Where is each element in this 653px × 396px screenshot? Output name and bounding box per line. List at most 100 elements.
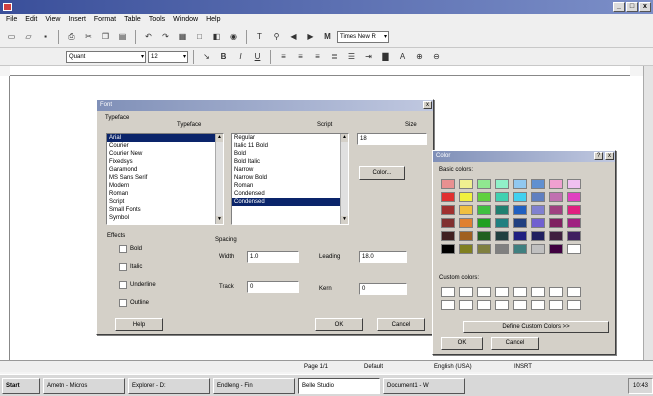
start-button[interactable]: Start xyxy=(2,377,40,394)
menu-file[interactable]: File xyxy=(6,14,17,26)
menu-help[interactable]: Help xyxy=(206,14,220,26)
cancel-button[interactable]: Cancel xyxy=(377,318,425,331)
color-swatch[interactable] xyxy=(513,205,527,215)
color-swatch[interactable] xyxy=(567,192,581,202)
outline-checkbox[interactable]: Outline xyxy=(119,299,149,307)
typeface-item[interactable]: Roman xyxy=(107,190,223,198)
vertical-ruler[interactable] xyxy=(0,76,10,360)
bold-checkbox[interactable]: Bold xyxy=(119,245,142,253)
checkbox-box[interactable] xyxy=(119,281,127,289)
leading-field[interactable]: 18.0 xyxy=(359,251,407,263)
color-swatch[interactable] xyxy=(495,218,509,228)
color-swatch[interactable] xyxy=(567,231,581,241)
typeface-list-scrollbar[interactable] xyxy=(215,134,223,224)
color-swatch[interactable] xyxy=(459,192,473,202)
checkbox-box[interactable] xyxy=(119,263,127,271)
color-swatch[interactable] xyxy=(477,192,491,202)
style-list[interactable]: Regular Italic 11 Bold Bold Bold Italic … xyxy=(231,133,349,225)
custom-color-swatch[interactable] xyxy=(495,287,509,297)
color-swatch[interactable] xyxy=(441,205,455,215)
color-swatch[interactable] xyxy=(531,218,545,228)
frame-icon[interactable]: □ xyxy=(192,30,207,44)
paste-icon[interactable]: ▤ xyxy=(115,30,130,44)
image-icon[interactable]: ◧ xyxy=(209,30,224,44)
color-swatch[interactable] xyxy=(495,205,509,215)
color-swatch[interactable] xyxy=(567,218,581,228)
next-icon[interactable]: ▶ xyxy=(303,30,318,44)
bold-icon[interactable]: B xyxy=(216,50,231,64)
menu-tools[interactable]: Tools xyxy=(149,14,165,26)
align-right-icon[interactable]: ≡ xyxy=(310,50,325,64)
custom-color-swatch[interactable] xyxy=(459,300,473,310)
custom-color-swatch[interactable] xyxy=(513,287,527,297)
color-swatch[interactable] xyxy=(549,218,563,228)
color-swatch[interactable] xyxy=(459,244,473,254)
align-left-icon[interactable]: ≡ xyxy=(276,50,291,64)
taskbar-item[interactable]: Endleng - Fin xyxy=(213,377,295,394)
custom-color-swatch[interactable] xyxy=(549,300,563,310)
italic-checkbox[interactable]: Italic xyxy=(119,263,142,271)
zoom-in-icon[interactable]: ⊕ xyxy=(412,50,427,64)
typeface-item[interactable]: Courier New xyxy=(107,150,223,158)
style-item[interactable]: Condensed xyxy=(232,190,348,198)
color-swatch[interactable] xyxy=(441,244,455,254)
color-swatch[interactable] xyxy=(477,179,491,189)
menu-insert[interactable]: Insert xyxy=(68,14,86,26)
typeface-item[interactable]: Symbol xyxy=(107,214,223,222)
prev-icon[interactable]: ◀ xyxy=(286,30,301,44)
menu-view[interactable]: View xyxy=(45,14,60,26)
checkbox-box[interactable] xyxy=(119,245,127,253)
justify-icon[interactable]: ≣ xyxy=(327,50,342,64)
color-swatch[interactable] xyxy=(513,179,527,189)
style-item[interactable]: Bold xyxy=(232,150,348,158)
size-field[interactable]: 18 xyxy=(357,133,427,145)
font-name-combo[interactable]: Times New R xyxy=(337,30,389,43)
color-button[interactable]: Color... xyxy=(359,166,405,180)
custom-color-swatch[interactable] xyxy=(459,287,473,297)
cut-icon[interactable]: ✂ xyxy=(81,30,96,44)
color-swatch[interactable] xyxy=(513,231,527,241)
color-swatch[interactable] xyxy=(567,244,581,254)
vertical-scrollbar[interactable] xyxy=(643,66,653,360)
color-swatch[interactable] xyxy=(513,192,527,202)
style-catalog-icon[interactable]: ↘ xyxy=(199,50,214,64)
font-color-icon[interactable]: A xyxy=(395,50,410,64)
style-item[interactable]: Bold Italic xyxy=(232,158,348,166)
ok-button[interactable]: OK xyxy=(315,318,363,331)
color-swatch[interactable] xyxy=(549,205,563,215)
custom-color-swatch[interactable] xyxy=(441,300,455,310)
color-swatch[interactable] xyxy=(513,244,527,254)
color-dialog-help-button[interactable]: ? xyxy=(594,152,603,160)
typeface-item[interactable]: Script xyxy=(107,198,223,206)
style-combo[interactable]: Quant xyxy=(66,50,146,63)
color-swatch[interactable] xyxy=(459,205,473,215)
color-swatch[interactable] xyxy=(441,192,455,202)
style-item[interactable]: Regular xyxy=(232,134,348,142)
taskbar-item-active[interactable]: Belle Studio xyxy=(298,377,380,394)
redo-icon[interactable]: ↷ xyxy=(158,30,173,44)
style-item[interactable]: Narrow Bold xyxy=(232,174,348,182)
align-center-icon[interactable]: ≡ xyxy=(293,50,308,64)
typeface-item[interactable]: Garamond xyxy=(107,166,223,174)
color-swatch[interactable] xyxy=(513,218,527,228)
menu-window[interactable]: Window xyxy=(173,14,198,26)
color-swatch[interactable] xyxy=(459,179,473,189)
style-item[interactable]: Italic 11 Bold xyxy=(232,142,348,150)
color-swatch[interactable] xyxy=(477,205,491,215)
size-combo[interactable]: 12 xyxy=(148,50,188,63)
color-swatch[interactable] xyxy=(441,231,455,241)
horizontal-ruler[interactable] xyxy=(10,66,630,76)
color-swatch[interactable] xyxy=(567,205,581,215)
undo-icon[interactable]: ↶ xyxy=(141,30,156,44)
open-icon[interactable]: ▱ xyxy=(21,30,36,44)
define-custom-colors-button[interactable]: Define Custom Colors >> xyxy=(463,321,609,333)
typeface-item[interactable]: Small Fonts xyxy=(107,206,223,214)
help-button[interactable]: Help xyxy=(115,318,163,331)
typeface-item[interactable]: Fixedsys xyxy=(107,158,223,166)
style-item[interactable]: Roman xyxy=(232,182,348,190)
color-dialog-close-button[interactable]: x xyxy=(605,152,614,160)
color-swatch[interactable] xyxy=(495,244,509,254)
style-item[interactable]: Narrow xyxy=(232,166,348,174)
color-swatch[interactable] xyxy=(495,192,509,202)
maximize-button[interactable]: □ xyxy=(626,2,638,12)
